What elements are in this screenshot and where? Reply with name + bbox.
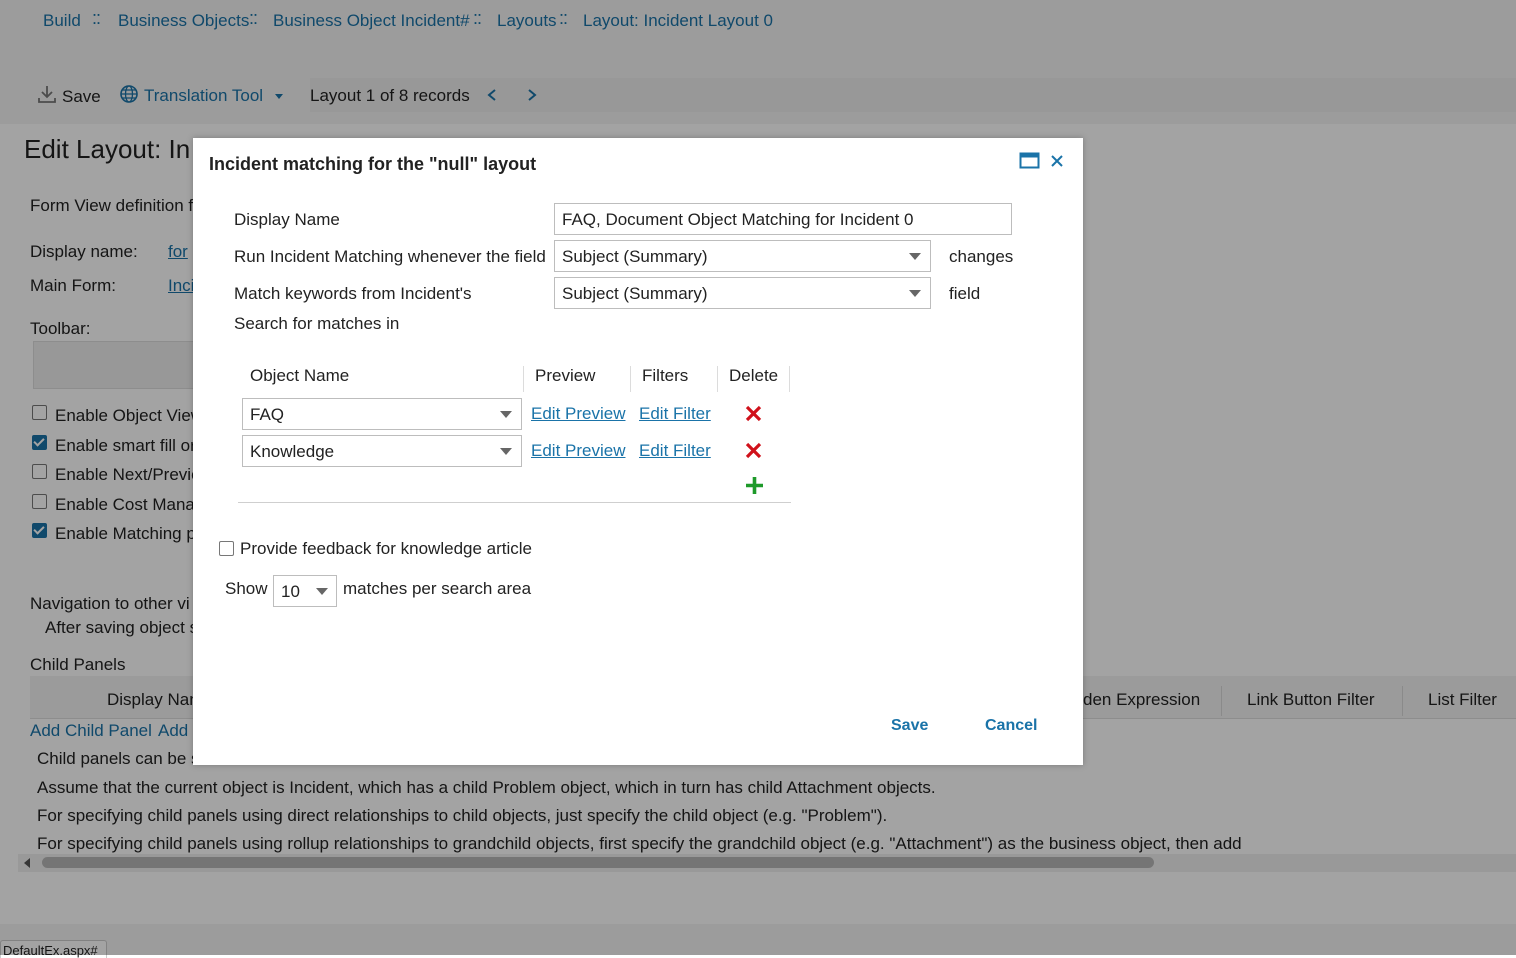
header-divider bbox=[717, 366, 718, 392]
chevron-down-icon[interactable] bbox=[316, 588, 328, 595]
run-field-select[interactable]: Subject (Summary) bbox=[554, 240, 931, 272]
edit-filter-link[interactable]: Edit Filter bbox=[639, 441, 711, 461]
chevron-down-icon[interactable] bbox=[500, 448, 512, 455]
edit-filter-link[interactable]: Edit Filter bbox=[639, 404, 711, 424]
header-delete: Delete bbox=[729, 366, 779, 385]
header-divider bbox=[523, 366, 524, 392]
edit-preview-link[interactable]: Edit Preview bbox=[531, 441, 625, 461]
table-bottom-divider bbox=[238, 502, 791, 503]
header-filters: Filters bbox=[642, 366, 689, 385]
keywords-field-value: Subject (Summary) bbox=[562, 284, 708, 303]
incident-matching-dialog: Incident matching for the "null" layout … bbox=[193, 138, 1083, 765]
dialog-title: Incident matching for the "null" layout bbox=[209, 154, 537, 174]
header-preview: Preview bbox=[535, 366, 596, 385]
run-field-value: Subject (Summary) bbox=[562, 247, 708, 266]
changes-label: changes bbox=[949, 247, 1014, 266]
chevron-down-icon[interactable] bbox=[909, 290, 921, 297]
close-icon[interactable] bbox=[1050, 154, 1064, 168]
keywords-field-select[interactable]: Subject (Summary) bbox=[554, 277, 931, 309]
display-name-input[interactable]: FAQ, Document Object Matching for Incide… bbox=[554, 203, 1012, 235]
matches-per-area-label: matches per search area bbox=[343, 579, 532, 598]
run-matching-label: Run Incident Matching whenever the field bbox=[234, 247, 546, 266]
maximize-icon[interactable] bbox=[1019, 152, 1041, 170]
dialog-save-button[interactable]: Save bbox=[891, 717, 928, 735]
header-divider bbox=[789, 366, 790, 392]
object-select-knowledge[interactable]: Knowledge bbox=[242, 435, 522, 467]
provide-feedback-checkbox[interactable] bbox=[219, 541, 234, 556]
field-label: field bbox=[949, 284, 981, 303]
object-select-faq[interactable]: FAQ bbox=[242, 398, 522, 430]
object-select-value: FAQ bbox=[250, 405, 285, 424]
add-row-icon[interactable] bbox=[744, 475, 765, 496]
provide-feedback-label: Provide feedback for knowledge article bbox=[240, 539, 532, 558]
header-divider bbox=[630, 366, 631, 392]
matches-count-value: 10 bbox=[281, 582, 300, 601]
display-name-label: Display Name bbox=[234, 210, 340, 229]
delete-icon[interactable] bbox=[745, 405, 762, 422]
delete-icon[interactable] bbox=[745, 442, 762, 459]
match-keywords-label: Match keywords from Incident's bbox=[234, 284, 472, 303]
dialog-cancel-button[interactable]: Cancel bbox=[985, 717, 1037, 735]
chevron-down-icon[interactable] bbox=[909, 253, 921, 260]
edit-preview-link[interactable]: Edit Preview bbox=[531, 404, 625, 424]
header-object-name: Object Name bbox=[250, 366, 350, 385]
search-for-matches-label: Search for matches in bbox=[234, 314, 400, 333]
chevron-down-icon[interactable] bbox=[500, 411, 512, 418]
object-select-value: Knowledge bbox=[250, 442, 335, 461]
show-label: Show bbox=[225, 579, 268, 598]
